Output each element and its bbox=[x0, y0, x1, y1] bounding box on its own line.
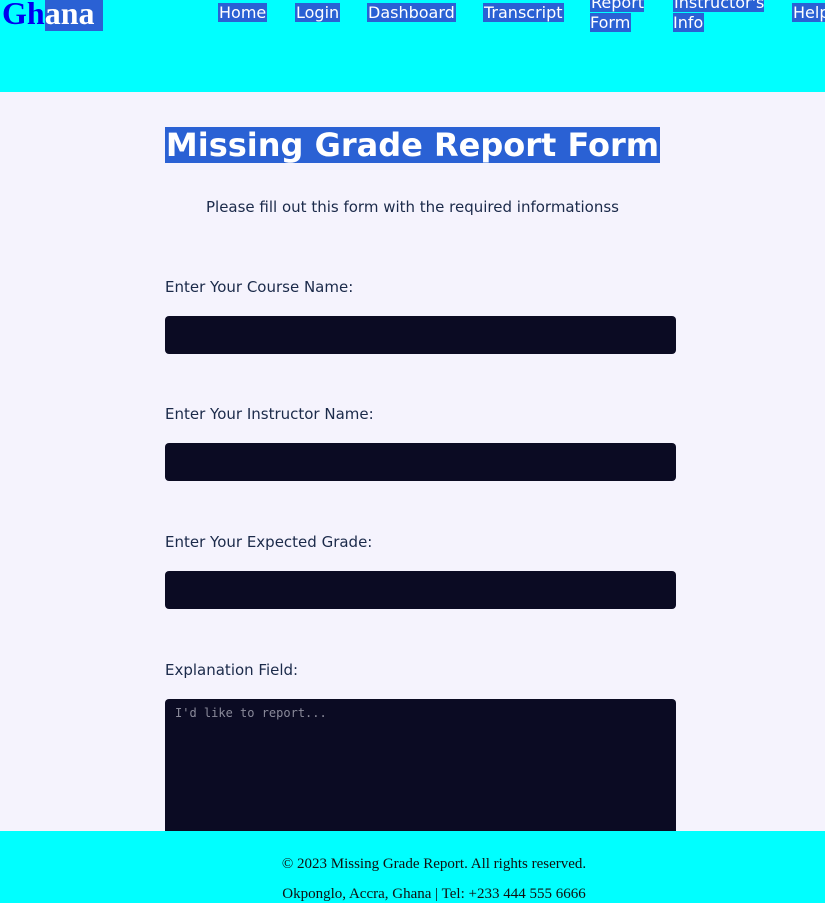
nav-instructors-info-label: Instructor's Info bbox=[673, 0, 765, 32]
nav-home-link[interactable]: Home bbox=[218, 3, 268, 23]
nav-home-label: Home bbox=[218, 3, 268, 22]
report-form-section: Missing Grade Report Form Please fill ou… bbox=[0, 92, 825, 859]
nav-report-form-link[interactable]: Report Form bbox=[590, 0, 660, 33]
form-instructions: Please fill out this form with the requi… bbox=[205, 198, 619, 216]
expected-grade-input[interactable] bbox=[165, 571, 676, 609]
page-title-text: Missing Grade Report Form bbox=[164, 126, 661, 164]
page-title: Missing Grade Report Form bbox=[0, 127, 825, 163]
nav-help-link[interactable]: Help bbox=[792, 3, 825, 23]
instructor-name-input[interactable] bbox=[165, 443, 676, 481]
instructor-name-label: Enter Your Instructor Name: bbox=[165, 405, 374, 423]
nav-dashboard-label: Dashboard bbox=[367, 3, 456, 22]
nav-login-link[interactable]: Login bbox=[295, 3, 341, 23]
explanation-label: Explanation Field: bbox=[165, 661, 299, 679]
expected-grade-label: Enter Your Expected Grade: bbox=[165, 533, 373, 551]
course-name-label: Enter Your Course Name: bbox=[165, 278, 354, 296]
nav-login-label: Login bbox=[295, 3, 341, 22]
course-name-input[interactable] bbox=[165, 316, 676, 354]
nav-dashboard-link[interactable]: Dashboard bbox=[367, 3, 456, 23]
logo-text-part2: ana bbox=[44, 0, 104, 31]
site-footer: © 2023 Missing Grade Report. All rights … bbox=[0, 831, 825, 903]
nav-transcript-link[interactable]: Transcript bbox=[483, 3, 564, 23]
site-header: Ghana Home Login Dashboard Transcript Re… bbox=[0, 0, 825, 92]
nav-instructors-info-link[interactable]: Instructor's Info bbox=[673, 0, 775, 33]
nav-help-label: Help bbox=[792, 3, 825, 22]
footer-contact: Okponglo, Accra, Ghana | Tel: +233 444 5… bbox=[282, 886, 586, 902]
nav-transcript-label: Transcript bbox=[483, 3, 564, 22]
site-logo[interactable]: Ghana bbox=[2, 0, 104, 32]
footer-copyright: © 2023 Missing Grade Report. All rights … bbox=[281, 856, 587, 872]
nav-report-form-label: Report Form bbox=[590, 0, 645, 32]
logo-text-part1: Gh bbox=[2, 0, 45, 31]
